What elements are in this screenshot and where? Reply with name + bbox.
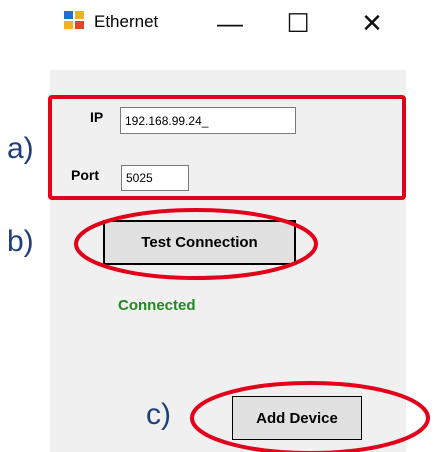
close-button[interactable]: ✕: [350, 6, 394, 40]
add-device-button[interactable]: Add Device: [232, 396, 362, 440]
ip-input[interactable]: [120, 107, 296, 134]
annotation-label-c: c): [146, 398, 171, 431]
maximize-button[interactable]: ☐: [276, 6, 320, 40]
annotation-label-a: a): [7, 132, 34, 165]
window-title: Ethernet: [94, 12, 159, 31]
title-bar: Ethernet — ☐ ✕: [50, 0, 434, 46]
minimize-button[interactable]: —: [208, 6, 252, 40]
port-label: Port: [71, 167, 99, 183]
annotation-label-b: b): [7, 225, 34, 258]
port-input[interactable]: [121, 165, 189, 191]
window-app-icon: [64, 11, 84, 29]
test-connection-button[interactable]: Test Connection: [103, 220, 296, 265]
ip-label: IP: [90, 109, 104, 125]
connection-status: Connected: [118, 297, 196, 314]
